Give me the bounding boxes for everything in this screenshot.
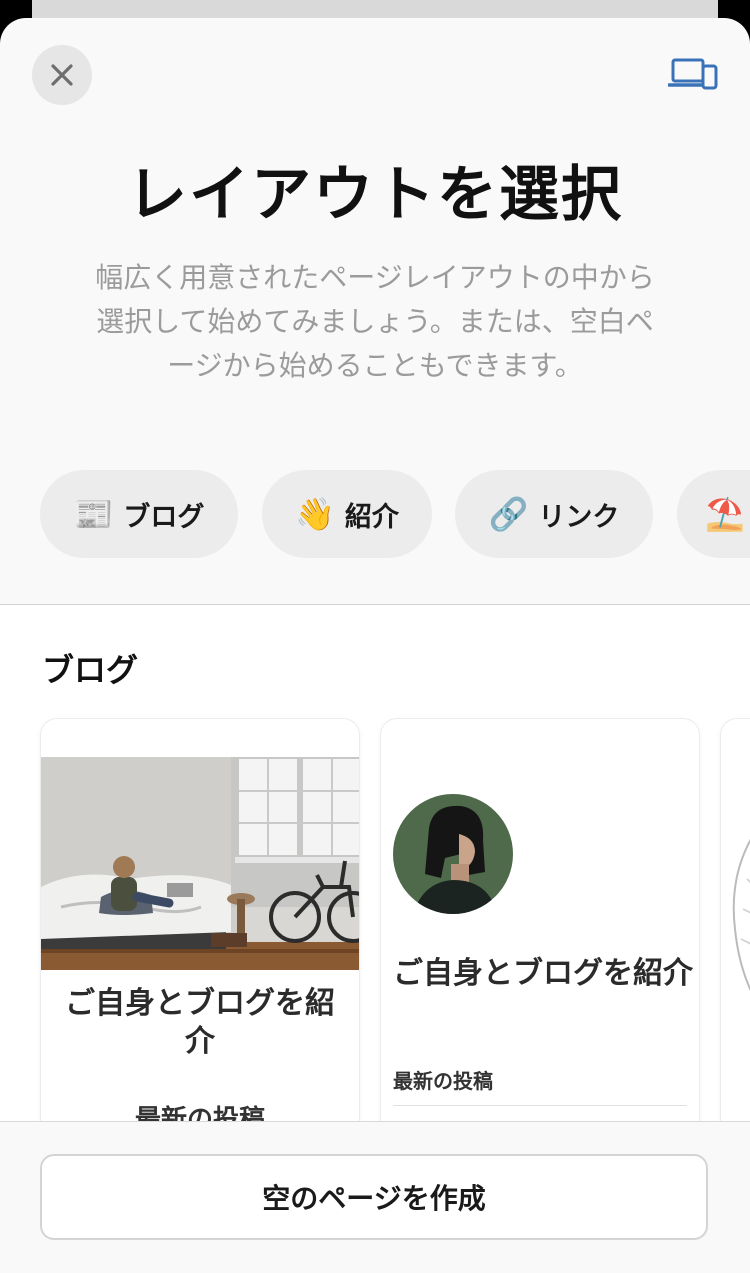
device-preview-icon	[667, 58, 718, 90]
beach-umbrella-icon: ⛱️	[705, 495, 745, 533]
bottom-action-bar: 空のページを作成	[0, 1121, 750, 1273]
card-subheading: 最新の投稿	[393, 1069, 493, 1093]
link-icon: 🔗	[488, 495, 529, 533]
chip-vacation[interactable]: ⛱️	[677, 470, 750, 558]
card-preview-art	[732, 838, 750, 992]
close-button[interactable]	[32, 45, 92, 105]
layout-card-blog-profile[interactable]: ご自身とブログを紹介 最新の投稿	[381, 719, 699, 1179]
chip-introduction[interactable]: 👋 紹介	[262, 470, 432, 558]
close-icon	[51, 64, 73, 86]
section-heading: ブログ	[42, 651, 139, 689]
layout-card-blog-photo[interactable]: ご自身とブログを紹介 最新の投稿	[41, 719, 359, 1179]
waving-hand-icon: 👋	[295, 495, 335, 533]
chip-label: ブログ	[123, 501, 205, 533]
chip-label: リンク	[538, 501, 620, 533]
page-description: 幅広く用意されたページレイアウトの中から選択して始めてみましょう。または、空白ペ…	[95, 261, 655, 382]
chip-label: 紹介	[344, 501, 399, 533]
chip-links[interactable]: 🔗 リンク	[455, 470, 653, 558]
divider	[393, 1105, 687, 1106]
card-title: ご自身とブログを紹介	[65, 986, 335, 1059]
bedroom-photo	[41, 757, 359, 970]
layout-card-partial[interactable]	[721, 719, 750, 1179]
avatar	[393, 794, 513, 914]
device-preview-button[interactable]	[667, 56, 720, 96]
category-chip-row: 📰 ブログ 👋 紹介 🔗 リンク ⛱️	[40, 470, 750, 558]
page-title: レイアウトを選択	[127, 160, 623, 230]
newspaper-icon: 📰	[73, 495, 114, 533]
layout-section: ブログ ご自身とブログを紹介 最新の投稿 ご自身とブログを紹介 最新の投稿	[0, 605, 750, 1179]
create-blank-page-button[interactable]: 空のページを作成	[40, 1154, 708, 1240]
layout-picker-sheet: レイアウトを選択 幅広く用意されたページレイアウトの中から選択して始めてみましょ…	[0, 18, 750, 1273]
chip-blog[interactable]: 📰 ブログ	[40, 470, 238, 558]
card-title: ご自身とブログを紹介	[393, 956, 693, 991]
